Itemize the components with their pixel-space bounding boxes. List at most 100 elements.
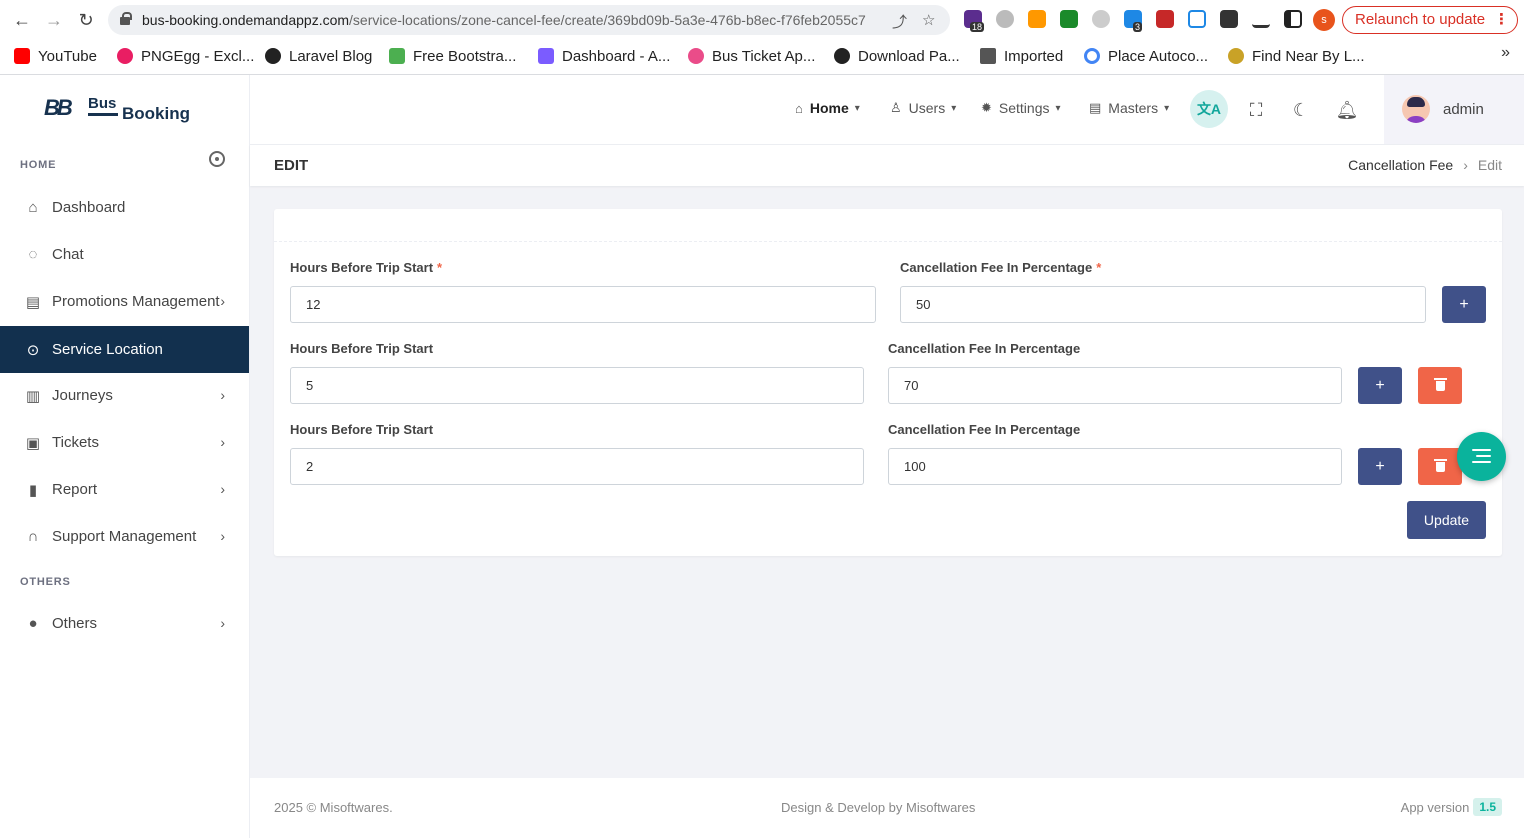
bookmark-download[interactable]: Download Pa... [834, 46, 960, 66]
menu-label: Settings [998, 100, 1050, 116]
bookmark-free-bootstrap[interactable]: Free Bootstra... [389, 46, 516, 66]
bookmark-pngegg[interactable]: PNGEgg - Excl... [117, 46, 254, 66]
star-icon[interactable]: ☆ [922, 11, 935, 29]
sidebar-toggle-icon[interactable] [209, 151, 225, 167]
puzzle-icon[interactable] [1220, 10, 1238, 28]
sidebar-item-tickets[interactable]: ▣ Tickets › [0, 419, 249, 466]
menu-settings[interactable]: ✹ Settings ▾ [981, 100, 1061, 116]
bookmark-folder-imported[interactable]: Imported [980, 46, 1063, 66]
url-text: bus-booking.ondemandappz.com/service-loc… [142, 12, 866, 28]
sidebar-item-chat[interactable]: ◌ Chat [0, 231, 249, 278]
fee-input[interactable] [888, 367, 1342, 404]
menu-users[interactable]: ♙ Users ▾ [890, 100, 956, 116]
breadcrumb-current: Edit [1477, 157, 1502, 173]
relaunch-button[interactable]: Relaunch to update ⋮ [1342, 6, 1518, 34]
extension-red-icon[interactable] [1156, 10, 1174, 28]
sidebar-item-label: Others [52, 615, 98, 632]
add-row-button[interactable]: + [1358, 367, 1402, 404]
chevron-right-icon: › [220, 293, 225, 309]
menu-label: Home [809, 100, 849, 116]
leaf-icon [389, 48, 405, 64]
fullscreen-icon[interactable]: ⛶ [1245, 99, 1267, 121]
chevron-right-icon: › [220, 528, 225, 544]
map-icon: ▥ [25, 387, 41, 405]
bookmark-find-near-by[interactable]: Find Near By L... [1228, 46, 1365, 66]
delete-row-button[interactable] [1418, 367, 1462, 404]
section-label-others: OTHERS [20, 576, 71, 588]
update-button[interactable]: Update [1407, 501, 1486, 539]
section-label-home: HOME [20, 159, 57, 171]
sidepanel-icon[interactable] [1284, 10, 1302, 28]
breadcrumb-link[interactable]: Cancellation Fee [1348, 157, 1453, 173]
youtube-icon [14, 48, 30, 64]
bookmark-bus-ticket[interactable]: Bus Ticket Ap... [688, 46, 815, 66]
downloads-icon[interactable] [1252, 10, 1270, 28]
delete-row-button[interactable] [1418, 448, 1462, 485]
browser-toolbar: ← → ↻ bus-booking.ondemandappz.com/servi… [0, 0, 1524, 40]
notification-bell-icon[interactable]: 🔔︎ [1336, 99, 1359, 121]
translate-icon[interactable]: 文A [1190, 90, 1228, 128]
add-row-button[interactable]: + [1358, 448, 1402, 485]
chevron-down-icon: ▾ [854, 102, 860, 114]
camera-icon[interactable] [996, 10, 1014, 28]
sidebar-item-dashboard[interactable]: ⌂ Dashboard [0, 184, 249, 231]
hours-input[interactable] [290, 448, 864, 485]
bookmark-place-autocomplete[interactable]: Place Autoco... [1084, 46, 1208, 66]
gear-icon: ✹ [981, 100, 992, 115]
menu-masters[interactable]: ▤ Masters ▾ [1089, 100, 1169, 116]
menu-home[interactable]: ⌂ Home ▾ [795, 100, 860, 116]
sidebar-item-label: Chat [52, 246, 84, 263]
trash-icon [1433, 458, 1447, 472]
address-bar[interactable]: bus-booking.ondemandappz.com/service-loc… [108, 5, 950, 35]
menu-label: Users [908, 100, 946, 116]
menu-label: Masters [1108, 100, 1159, 116]
sidebar-item-report[interactable]: ▮ Report › [0, 466, 249, 513]
file-icon: ▮ [28, 481, 38, 499]
fee-label: Cancellation Fee In Percentage [888, 422, 1081, 437]
color-picker-icon[interactable] [1028, 10, 1046, 28]
fee-input[interactable] [888, 448, 1342, 485]
hours-input[interactable] [290, 286, 876, 323]
extension-screen-icon[interactable] [1188, 10, 1206, 28]
php-icon [1228, 48, 1244, 64]
dribbble-icon [688, 48, 704, 64]
page-title-bar: EDIT Cancellation Fee › Edit [250, 145, 1524, 186]
user-menu[interactable]: admin [1384, 75, 1524, 144]
app-logo[interactable]: BB Bus Booking [44, 95, 194, 125]
sidebar-item-promotions[interactable]: ▤ Promotions Management › [0, 278, 249, 325]
version-label: App version [1400, 799, 1470, 815]
dark-mode-moon-icon[interactable]: ☾ [1290, 99, 1312, 121]
bookmarks-more-icon[interactable]: » [1501, 44, 1510, 62]
sidebar-item-label: Tickets [52, 434, 99, 451]
footer: 2025 © Misoftwares. Design & Develop by … [250, 778, 1524, 838]
headset-icon: ∩ [27, 528, 39, 545]
more-circle-icon: ● [28, 615, 38, 632]
logo-word-bus: Bus [88, 95, 117, 112]
sidebar-item-service-location[interactable]: ⊙ Service Location [0, 326, 249, 373]
chevron-down-icon: ▾ [1164, 102, 1170, 114]
profile-avatar[interactable]: s [1313, 9, 1335, 31]
footer-copyright: 2025 © Misoftwares. [274, 800, 393, 815]
bookmark-youtube[interactable]: YouTube [14, 46, 97, 66]
add-row-button[interactable]: + [1442, 286, 1486, 323]
fee-input[interactable] [900, 286, 1426, 323]
customizer-fab[interactable] [1457, 432, 1506, 481]
sidebar-item-journeys[interactable]: ▥ Journeys › [0, 372, 249, 419]
sidebar-item-label: Support Management [52, 528, 197, 545]
sidebar-item-label: Service Location [52, 341, 163, 358]
share-icon[interactable]: ⤴ [892, 11, 907, 32]
globe-icon[interactable] [1092, 10, 1110, 28]
home-icon: ⌂ [28, 199, 38, 216]
card-header [274, 209, 1502, 242]
chevron-down-icon: ▾ [1055, 102, 1061, 114]
download-green-icon[interactable] [1060, 10, 1078, 28]
back-arrow-icon[interactable]: ← [10, 8, 34, 32]
forward-arrow-icon[interactable]: → [42, 8, 66, 32]
hours-input[interactable] [290, 367, 864, 404]
reload-icon[interactable]: ↻ [74, 8, 98, 32]
bookmark-dashboard[interactable]: Dashboard - A... [538, 46, 670, 66]
version-badge: 1.5 [1473, 798, 1502, 816]
bookmark-laravel-blog[interactable]: Laravel Blog [265, 46, 372, 66]
sidebar-item-others[interactable]: ● Others › [0, 600, 249, 647]
sidebar-item-support[interactable]: ∩ Support Management › [0, 513, 249, 560]
